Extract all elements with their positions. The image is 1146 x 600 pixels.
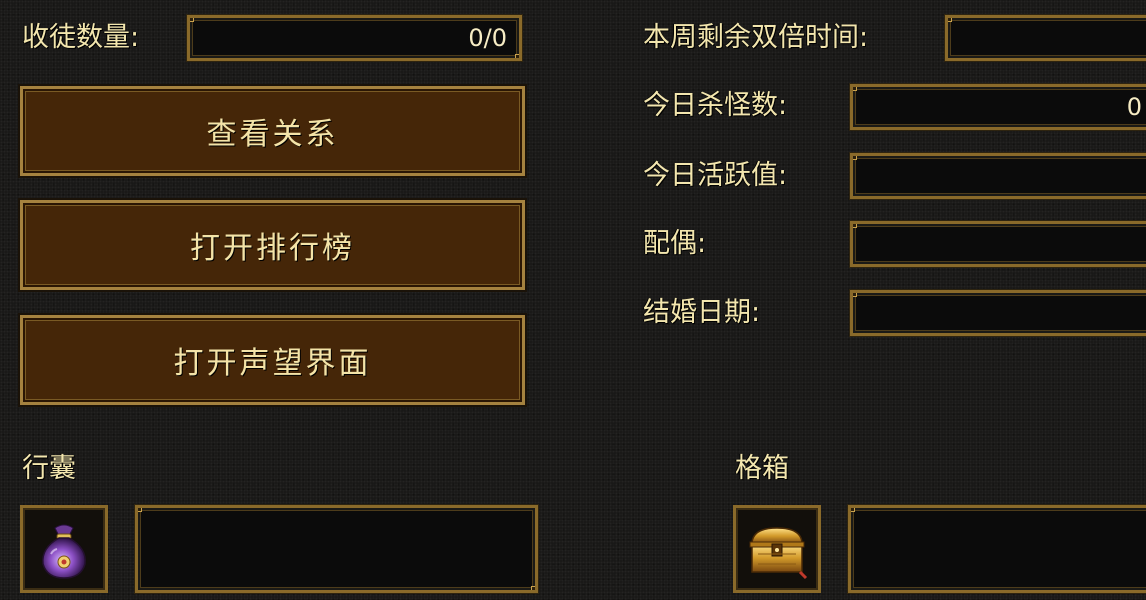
open-reputation-button[interactable]: 打开声望界面 [20, 315, 525, 405]
double-time-field [945, 15, 1146, 61]
view-relations-button[interactable]: 查看关系 [20, 86, 525, 176]
bag-info-field [135, 505, 538, 593]
activity-field [850, 153, 1146, 199]
kill-count-label: 今日杀怪数: [643, 90, 788, 121]
spouse-label: 配偶: [643, 228, 707, 259]
storage-title: 格箱 [735, 453, 789, 484]
chest-icon [749, 527, 808, 580]
open-ranking-button[interactable]: 打开排行榜 [20, 200, 525, 290]
apprentice-count-label: 收徒数量: [22, 22, 140, 53]
bag-title: 行囊 [22, 453, 76, 484]
storage-info-field [848, 505, 1146, 593]
double-time-label: 本周剩余双倍时间: [643, 22, 869, 53]
wedding-date-label: 结婚日期: [643, 297, 761, 328]
apprentice-count-value: 0/0 [468, 24, 507, 52]
activity-label: 今日活跃值: [643, 160, 788, 191]
bag-icon [42, 524, 86, 579]
wedding-date-field [850, 290, 1146, 336]
spouse-field [850, 221, 1146, 267]
kill-count-value: 0 [1126, 93, 1142, 121]
kill-count-field: 0 [850, 84, 1146, 130]
storage-slot[interactable] [733, 505, 821, 593]
apprentice-count-field: 0/0 [187, 15, 522, 61]
bag-slot[interactable] [20, 505, 108, 593]
